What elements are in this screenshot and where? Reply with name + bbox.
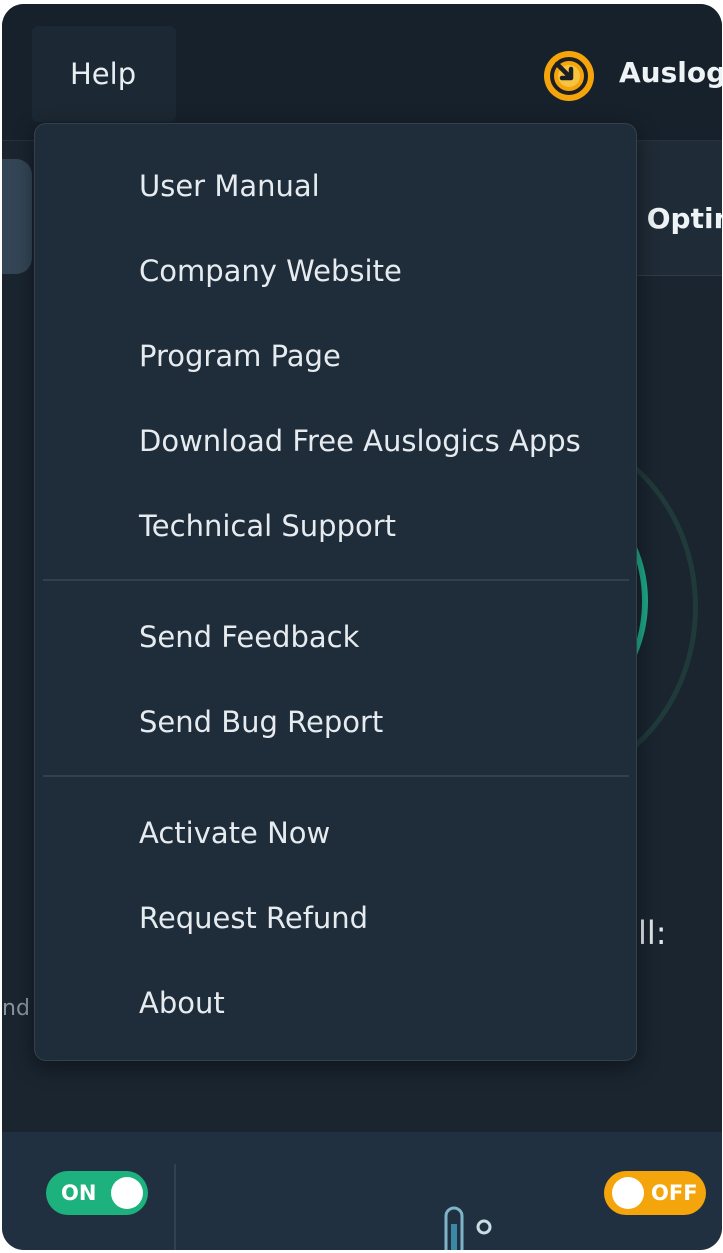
menu-item-program-page[interactable]: Program Page	[35, 324, 636, 388]
toggle-off-label: OFF	[651, 1181, 698, 1205]
side-text: nd	[2, 996, 30, 1021]
on-toggle[interactable]: ON	[46, 1171, 148, 1215]
toggle-knob	[612, 1177, 644, 1209]
left-side-tab[interactable]	[2, 159, 32, 274]
brand-name: Auslogics	[619, 56, 722, 89]
menu-item-about[interactable]: About	[35, 971, 636, 1035]
menu-item-send-bug-report[interactable]: Send Bug Report	[35, 690, 636, 754]
status-label: ll:	[638, 914, 667, 952]
help-menu-button[interactable]: Help	[32, 26, 176, 122]
menu-item-request-refund[interactable]: Request Refund	[35, 886, 636, 950]
menu-item-company-website[interactable]: Company Website	[35, 239, 636, 303]
menu-divider	[43, 579, 629, 581]
menu-item-technical-support[interactable]: Technical Support	[35, 494, 636, 558]
thermometer-icon	[444, 1206, 492, 1250]
app-window: Help Auslogics e Optim ll: nd ON OFF Use…	[2, 4, 722, 1250]
bottom-divider	[174, 1164, 176, 1250]
help-dropdown-menu: User Manual Company Website Program Page…	[34, 123, 637, 1061]
toggle-on-label: ON	[61, 1181, 97, 1205]
menu-divider	[43, 775, 629, 777]
menu-item-send-feedback[interactable]: Send Feedback	[35, 605, 636, 669]
toggle-knob	[111, 1177, 143, 1209]
menu-item-activate-now[interactable]: Activate Now	[35, 801, 636, 865]
menu-item-user-manual[interactable]: User Manual	[35, 154, 636, 218]
off-toggle[interactable]: OFF	[604, 1171, 706, 1215]
top-bar: Help Auslogics	[2, 4, 722, 140]
menu-item-download-free-apps[interactable]: Download Free Auslogics Apps	[35, 409, 636, 473]
auslogics-logo-icon	[544, 51, 594, 101]
